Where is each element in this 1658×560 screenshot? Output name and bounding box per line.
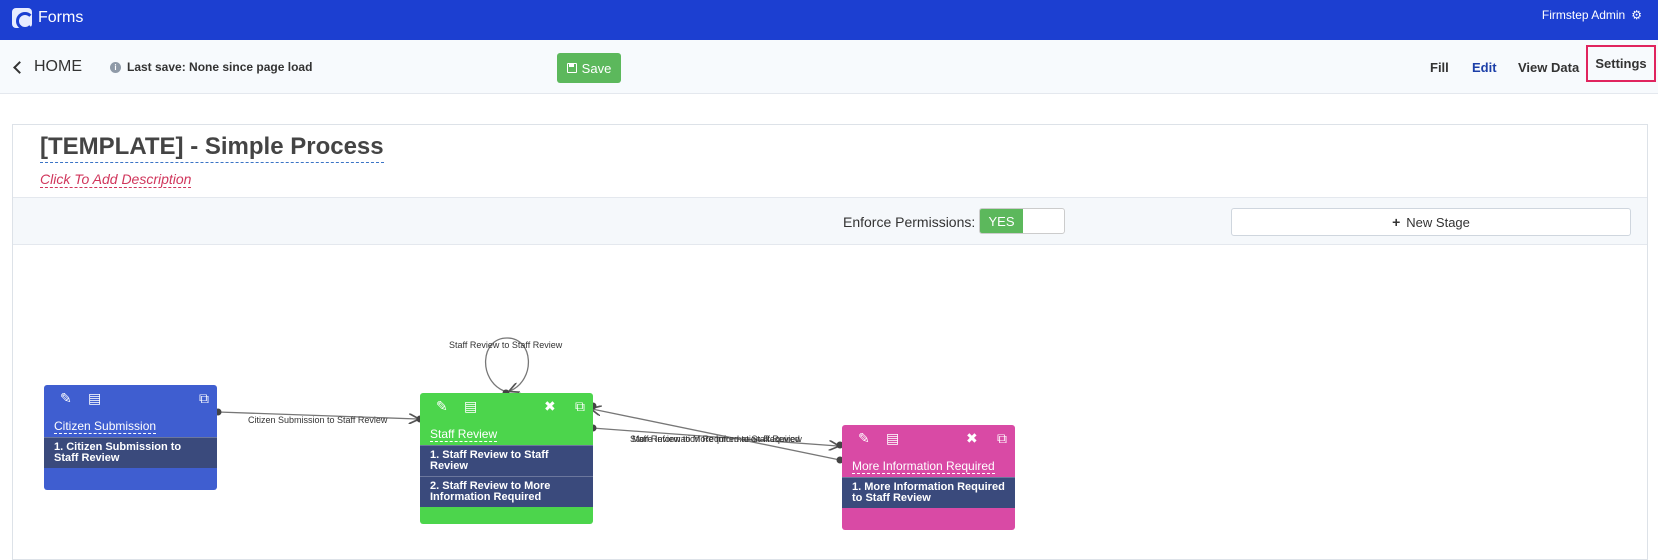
user-name: Firmstep Admin: [1541, 8, 1626, 22]
document-icon[interactable]: ▤: [88, 391, 101, 405]
edge-label-staff-to-staff: Staff Review to Staff Review: [449, 340, 563, 350]
document-icon[interactable]: ▤: [464, 399, 477, 413]
edge-label-moreinfo-to-staff: More Information Required to Staff Revie…: [632, 434, 802, 444]
new-stage-button[interactable]: + New Stage: [1231, 208, 1631, 236]
brand[interactable]: Forms: [12, 8, 84, 30]
tab-view-data[interactable]: View Data: [1518, 60, 1579, 75]
app-title: Forms: [38, 9, 84, 26]
process-card: [TEMPLATE] - Simple Process Click To Add…: [12, 124, 1648, 560]
form-description[interactable]: Click To Add Description: [40, 171, 192, 188]
stage-toolbar: ✎ ▤ ✖ ⧉: [842, 425, 1015, 455]
tab-edit[interactable]: Edit: [1472, 60, 1497, 75]
forms-logo-icon: [12, 8, 34, 30]
enforce-permissions-label: Enforce Permissions:: [843, 214, 976, 230]
stage-toolbar: ✎ ▤ ✖ ⧉: [420, 393, 593, 423]
external-link-icon[interactable]: ⧉: [199, 391, 209, 405]
stage-name[interactable]: Citizen Submission: [44, 415, 217, 437]
pencil-icon[interactable]: ✎: [858, 431, 870, 445]
save-button[interactable]: Save: [557, 53, 621, 83]
enforce-permissions-toggle[interactable]: YES: [979, 208, 1065, 234]
stage-more-information-required[interactable]: ✎ ▤ ✖ ⧉ More Information Required 1. Mor…: [842, 425, 1015, 530]
last-save-status: i Last save: None since page load: [110, 60, 312, 74]
external-link-icon[interactable]: ⧉: [997, 431, 1007, 445]
form-toolbar: HOME i Last save: None since page load S…: [0, 40, 1658, 94]
pencil-icon[interactable]: ✎: [436, 399, 448, 413]
tab-fill[interactable]: Fill: [1430, 60, 1449, 75]
external-link-icon[interactable]: ⧉: [575, 399, 585, 413]
home-label: HOME: [34, 58, 82, 75]
save-label: Save: [581, 60, 612, 76]
home-link[interactable]: HOME: [12, 58, 82, 76]
edge-label-citizen-to-staff: Citizen Submission to Staff Review: [248, 415, 388, 425]
stage-citizen-submission[interactable]: ✎ ▤ ⧉ Citizen Submission 1. Citizen Subm…: [44, 385, 217, 490]
last-save-text: Last save: None since page load: [127, 60, 313, 74]
pencil-icon[interactable]: ✎: [60, 391, 72, 405]
transition-item[interactable]: 1. More Information Required to Staff Re…: [842, 477, 1015, 508]
toggle-yes: YES: [980, 209, 1023, 233]
chevron-left-icon: [13, 60, 26, 74]
stage-toolbar: ✎ ▤ ⧉: [44, 385, 217, 415]
transition-item[interactable]: 1. Staff Review to Staff Review: [420, 445, 593, 476]
tab-settings[interactable]: Settings: [1586, 45, 1656, 82]
stage-name[interactable]: More Information Required: [842, 455, 1015, 477]
gear-icon: ⚙: [1631, 8, 1642, 22]
form-title[interactable]: [TEMPLATE] - Simple Process: [40, 133, 384, 163]
transition-item[interactable]: 2. Staff Review to More Information Requ…: [420, 476, 593, 507]
stage-name[interactable]: Staff Review: [420, 423, 593, 445]
close-icon[interactable]: ✖: [544, 399, 556, 413]
close-icon[interactable]: ✖: [966, 431, 978, 445]
transition-item[interactable]: 1. Citizen Submission to Staff Review: [44, 437, 217, 468]
stage-staff-review[interactable]: ✎ ▤ ✖ ⧉ Staff Review 1. Staff Review to …: [420, 393, 593, 524]
document-icon[interactable]: ▤: [886, 431, 899, 445]
floppy-icon: [566, 63, 577, 73]
top-nav-bar: Forms Firmstep Admin ⚙: [0, 0, 1658, 40]
new-stage-label: New Stage: [1406, 214, 1470, 230]
plus-icon: +: [1392, 214, 1401, 230]
process-controls: Enforce Permissions: YES + New Stage: [13, 197, 1647, 245]
info-icon: i: [110, 61, 121, 73]
user-menu[interactable]: Firmstep Admin ⚙: [1542, 8, 1642, 22]
